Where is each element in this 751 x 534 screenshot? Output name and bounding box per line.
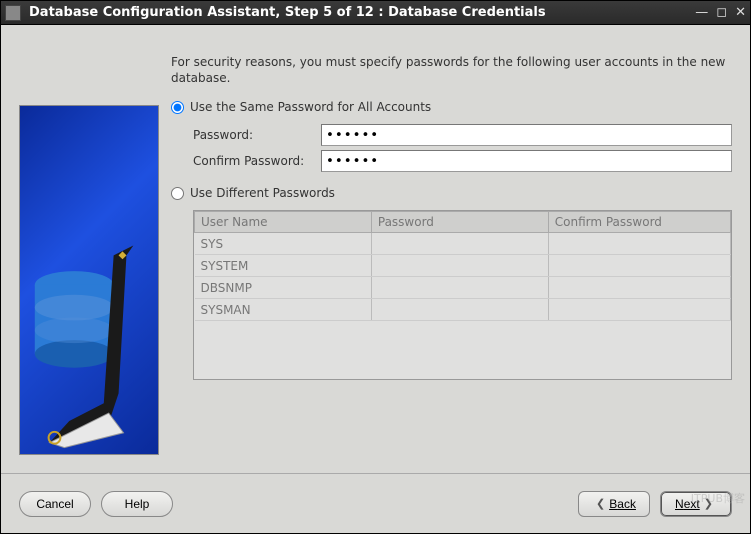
wizard-side-image [19,105,159,455]
close-button[interactable]: ✕ [735,5,746,21]
cell-user: DBSNMP [195,277,372,299]
minimize-button[interactable]: — [695,5,708,21]
col-confirm-password: Confirm Password [548,212,730,233]
cell-user: SYSMAN [195,299,372,321]
cell-user: SYSTEM [195,255,372,277]
titlebar: Database Configuration Assistant, Step 5… [1,1,750,25]
cell-password[interactable] [371,277,548,299]
cell-confirm[interactable] [548,233,730,255]
confirm-password-label: Confirm Password: [193,154,321,168]
cancel-button[interactable]: Cancel [19,491,91,517]
chevron-left-icon: ❮ [596,497,605,510]
app-icon [5,5,21,21]
radio-different-passwords-input[interactable] [171,187,184,200]
radio-different-passwords-label: Use Different Passwords [190,186,335,200]
table-row: SYSTEM [195,255,731,277]
cell-confirm[interactable] [548,255,730,277]
table-row: SYSMAN [195,299,731,321]
cell-confirm[interactable] [548,277,730,299]
maximize-button[interactable]: ◻ [716,5,727,21]
radio-different-passwords[interactable]: Use Different Passwords [171,186,732,200]
window-title: Database Configuration Assistant, Step 5… [29,5,695,20]
col-user-name: User Name [195,212,372,233]
password-input[interactable] [321,124,732,146]
help-button[interactable]: Help [101,491,173,517]
radio-same-password[interactable]: Use the Same Password for All Accounts [171,100,732,114]
cell-password[interactable] [371,299,548,321]
back-button[interactable]: ❮ Back [578,491,650,517]
radio-same-password-label: Use the Same Password for All Accounts [190,100,431,114]
cell-user: SYS [195,233,372,255]
users-table: User Name Password Confirm Password SYS [193,210,732,380]
password-label: Password: [193,128,321,142]
col-password: Password [371,212,548,233]
confirm-password-input[interactable] [321,150,732,172]
cell-password[interactable] [371,255,548,277]
radio-same-password-input[interactable] [171,101,184,114]
watermark: ITPUB博客 [691,490,745,506]
back-button-label: Back [609,497,636,511]
cell-password[interactable] [371,233,548,255]
cell-confirm[interactable] [548,299,730,321]
instruction-text: For security reasons, you must specify p… [171,55,732,86]
footer: Cancel Help ❮ Back Next ❯ [1,473,750,533]
table-row: DBSNMP [195,277,731,299]
table-row: SYS [195,233,731,255]
